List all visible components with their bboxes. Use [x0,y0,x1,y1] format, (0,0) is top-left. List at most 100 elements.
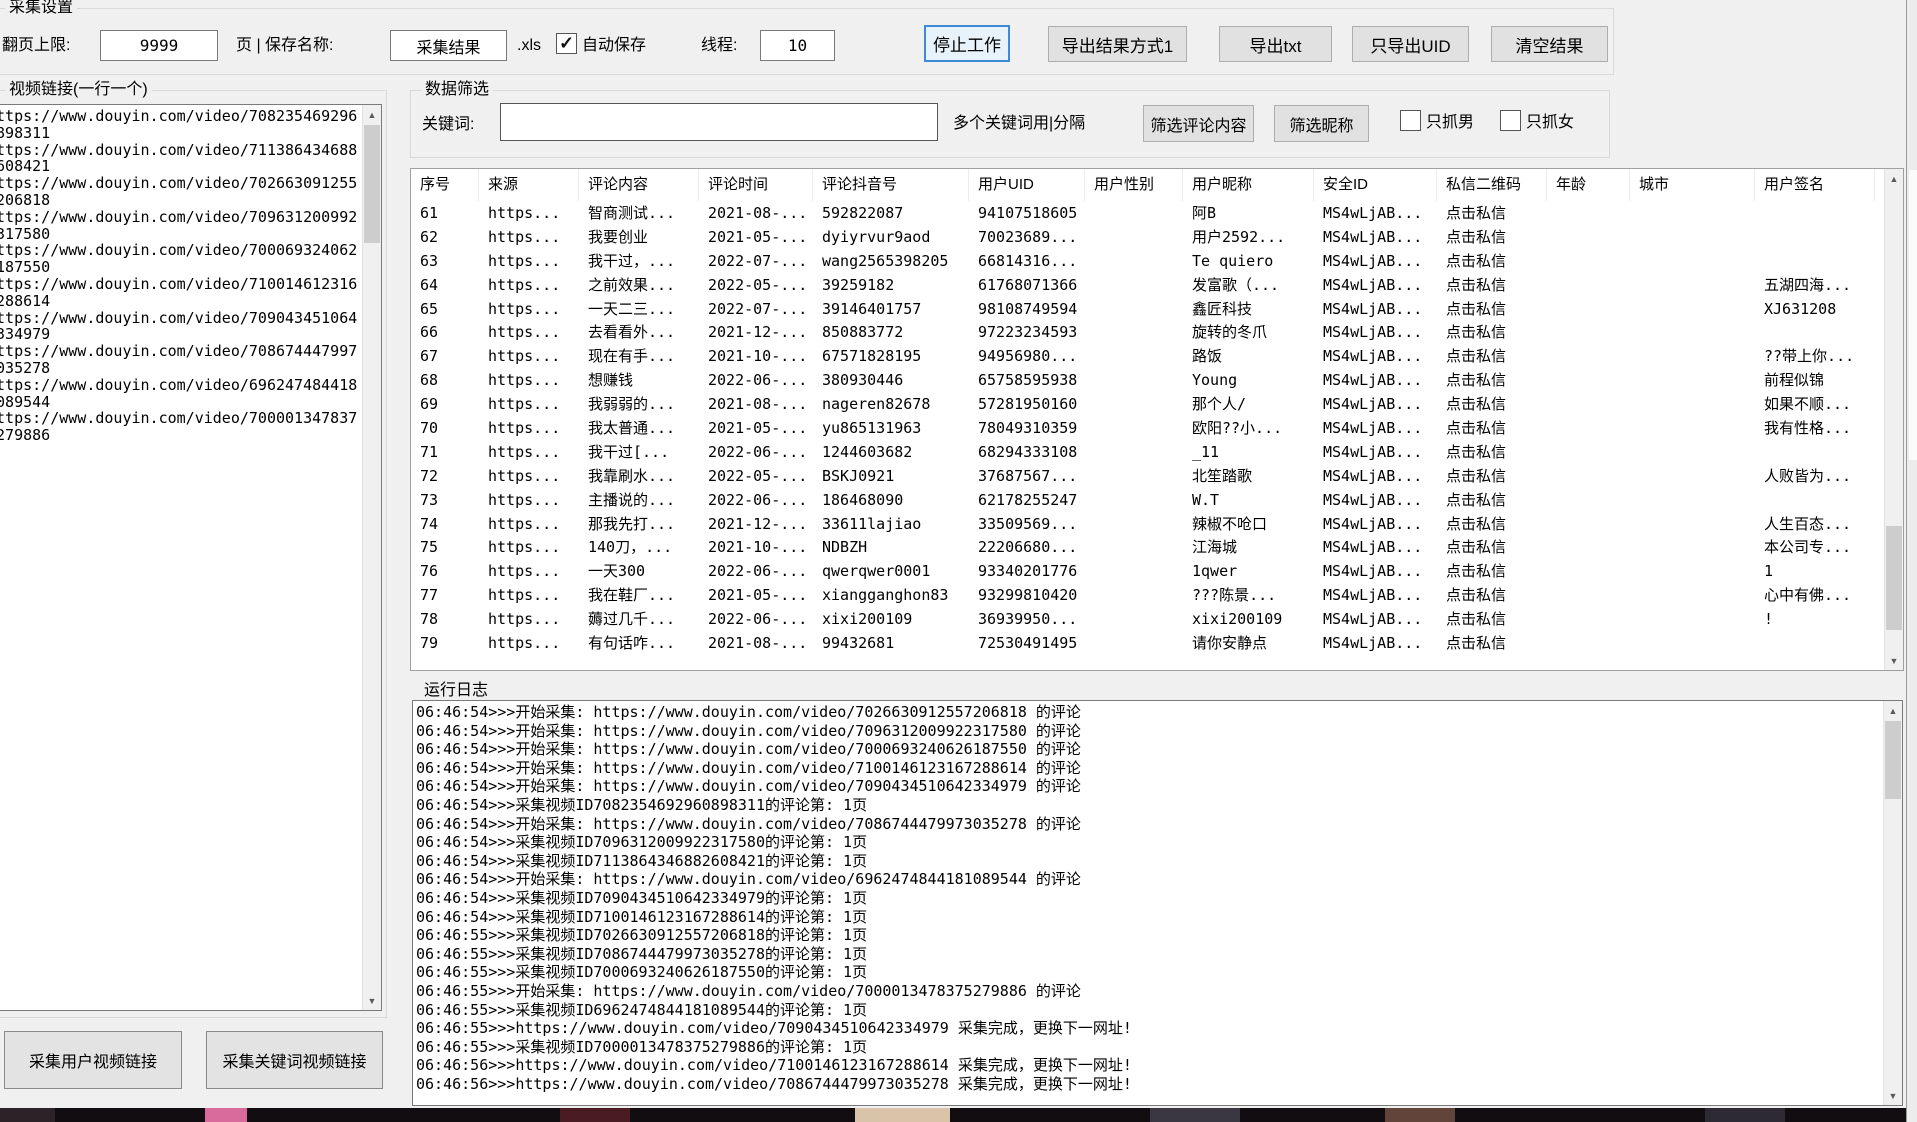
table-row[interactable]: 71https...我干过[...2022-06-...124460368268… [411,441,1875,465]
thread-label: 线程: [701,36,737,56]
table-cell: 39146401757 [813,298,969,322]
table-row[interactable]: 65https...一天二三...2022-07-...391464017579… [411,298,1875,322]
export-txt-button[interactable]: 导出txt [1219,26,1332,62]
dm-qr-link[interactable]: 点击私信 [1437,369,1547,393]
table-row[interactable]: 75https...140刀，...2021-10-...NDBZH222066… [411,536,1875,560]
table-cell [1547,584,1630,608]
table-row[interactable]: 69https...我弱弱的...2021-08-...nageren82678… [411,393,1875,417]
export-uid-button[interactable]: 只导出UID [1352,26,1469,62]
dm-qr-link[interactable]: 点击私信 [1437,321,1547,345]
dm-qr-link[interactable]: 点击私信 [1437,226,1547,250]
dm-qr-link[interactable]: 点击私信 [1437,202,1547,226]
autosave-checkbox[interactable]: ✓ [556,33,577,54]
table-cell: 67571828195 [813,345,969,369]
clear-results-button[interactable]: 清空结果 [1491,26,1608,62]
table-cell [1547,369,1630,393]
table-cell [1755,250,1875,274]
export-mode1-button[interactable]: 导出结果方式1 [1048,26,1187,62]
save-name-input[interactable] [390,30,507,61]
male-only-checkbox[interactable]: ✓ [1400,110,1421,131]
dm-qr-link[interactable]: 点击私信 [1437,632,1547,656]
dm-qr-link[interactable]: 点击私信 [1437,489,1547,513]
dm-qr-link[interactable]: 点击私信 [1437,393,1547,417]
filter-comment-button[interactable]: 筛选评论内容 [1143,105,1254,142]
column-header-2[interactable]: 来源 [479,169,579,201]
table-row[interactable]: 67https...现在有手...2021-10-...675718281959… [411,345,1875,369]
table-row[interactable]: 70https...我太普通...2021-05-...yu8651319637… [411,417,1875,441]
column-header-11[interactable]: 年龄 [1547,169,1630,201]
table-row[interactable]: 74https...那我先打...2021-12-...33611lajiao3… [411,513,1875,537]
dm-qr-link[interactable]: 点击私信 [1437,441,1547,465]
dm-qr-link[interactable]: 点击私信 [1437,250,1547,274]
dm-qr-link[interactable]: 点击私信 [1437,536,1547,560]
table-cell: MS4wLjAB... [1314,536,1437,560]
table-row[interactable]: 66https...去看看外...2021-12-...850883772972… [411,321,1875,345]
links-scrollbar[interactable]: ▲ ▼ [362,105,381,1010]
scroll-down-icon[interactable]: ▼ [1885,651,1903,670]
scroll-up-icon[interactable]: ▲ [1884,701,1902,720]
settings-group-label: 采集设置 [5,0,77,17]
table-cell [1630,202,1755,226]
column-header-10[interactable]: 私信二维码 [1437,169,1547,201]
scroll-up-icon[interactable]: ▲ [363,105,381,124]
column-header-8[interactable]: 用户昵称 [1183,169,1314,201]
table-cell: 我有性格... [1755,417,1875,441]
table-cell: ???陈景... [1183,584,1314,608]
column-header-9[interactable]: 安全ID [1314,169,1437,201]
filter-nickname-button[interactable]: 筛选昵称 [1274,105,1369,142]
table-cell [1085,441,1183,465]
stop-work-button[interactable]: 停止工作 [924,25,1010,62]
scrollbar-thumb[interactable] [364,125,380,243]
keyword-input[interactable] [500,103,938,141]
table-cell: MS4wLjAB... [1314,608,1437,632]
table-scrollbar[interactable]: ▲ ▼ [1884,169,1903,670]
dm-qr-link[interactable]: 点击私信 [1437,274,1547,298]
table-row[interactable]: 62https...我要创业2021-05-...dyiyrvur9aod700… [411,226,1875,250]
column-header-7[interactable]: 用户性别 [1085,169,1183,201]
table-row[interactable]: 72https...我靠刷水...2022-05-...BSKJ09213768… [411,465,1875,489]
scroll-up-icon[interactable]: ▲ [1885,169,1903,188]
video-link-line: https://www.douyin.com/video/70823546929… [0,108,364,142]
collect-keyword-links-button[interactable]: 采集关键词视频链接 [206,1031,383,1089]
scrollbar-thumb[interactable] [1886,526,1902,630]
column-header-3[interactable]: 评论内容 [579,169,699,201]
scroll-down-icon[interactable]: ▼ [1884,1086,1902,1105]
table-row[interactable]: 76https...一天3002022-06-...qwerqwer000193… [411,560,1875,584]
log-scrollbar[interactable]: ▲ ▼ [1883,701,1902,1105]
dm-qr-link[interactable]: 点击私信 [1437,345,1547,369]
thread-count-input[interactable] [760,30,835,61]
table-cell: 66814316... [969,250,1085,274]
female-only-checkbox[interactable]: ✓ [1500,110,1521,131]
page-limit-input[interactable] [100,30,218,61]
table-cell: 一天300 [579,560,699,584]
column-header-13[interactable]: 用户签名 [1755,169,1875,201]
table-row[interactable]: 79https...有句话咋...2021-08-...994326817253… [411,632,1875,656]
video-links-textbox[interactable]: https://www.douyin.com/video/70823546929… [0,104,382,1011]
column-header-4[interactable]: 评论时间 [699,169,813,201]
run-log-box[interactable]: 06:46:54>>>开始采集: https://www.douyin.com/… [412,700,1903,1106]
table-row[interactable]: 73https...主播说的...2022-06-...186468090621… [411,489,1875,513]
dm-qr-link[interactable]: 点击私信 [1437,298,1547,322]
dm-qr-link[interactable]: 点击私信 [1437,417,1547,441]
table-row[interactable]: 77https...我在鞋厂...2021-05-...xiangganghon… [411,584,1875,608]
column-header-5[interactable]: 评论抖音号 [813,169,969,201]
table-row[interactable]: 63https...我干过，...2022-07-...wang25653982… [411,250,1875,274]
column-header-12[interactable]: 城市 [1630,169,1755,201]
dm-qr-link[interactable]: 点击私信 [1437,465,1547,489]
dm-qr-link[interactable]: 点击私信 [1437,560,1547,584]
table-row[interactable]: 64https...之前效果...2022-05-...392591826176… [411,274,1875,298]
table-row[interactable]: 61https...智商测试...2021-08-...592822087941… [411,202,1875,226]
scroll-down-icon[interactable]: ▼ [363,991,381,1010]
column-header-1[interactable]: 序号 [411,169,479,201]
dm-qr-link[interactable]: 点击私信 [1437,584,1547,608]
collect-user-links-button[interactable]: 采集用户视频链接 [4,1031,182,1089]
scrollbar-thumb[interactable] [1885,721,1901,799]
table-row[interactable]: 78https...薅过几千...2022-06-...xixi20010936… [411,608,1875,632]
table-cell [1630,369,1755,393]
column-header-6[interactable]: 用户UID [969,169,1085,201]
table-cell: 辣椒不呛口 [1183,513,1314,537]
table-cell: 有句话咋... [579,632,699,656]
table-row[interactable]: 68https...想赚钱2022-06-...3809304466575859… [411,369,1875,393]
dm-qr-link[interactable]: 点击私信 [1437,608,1547,632]
dm-qr-link[interactable]: 点击私信 [1437,513,1547,537]
